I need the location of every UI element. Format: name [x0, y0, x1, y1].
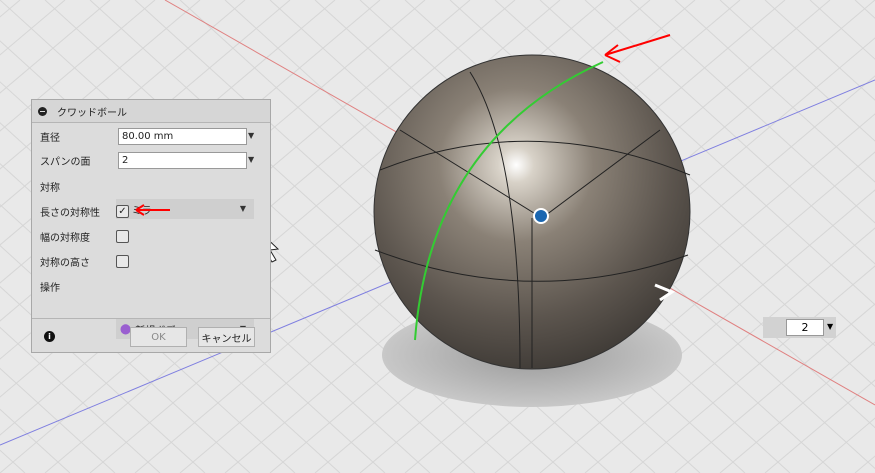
dialog-title: クワッドボール: [57, 107, 127, 119]
span-count-spinner[interactable]: 2 ▼: [763, 317, 836, 338]
width-symmetry-label: 幅の対称度: [40, 232, 90, 244]
pivot-icon: [533, 208, 549, 224]
quadball-body: [373, 54, 691, 370]
annotation-arrow-icon: [135, 204, 170, 216]
quadball-dialog: クワッドボール 直径 80.00 mm▼ スパンの面 2▼ 対称 ◭ミラー▼ 長…: [31, 99, 271, 353]
info-icon[interactable]: i: [44, 331, 55, 342]
height-symmetry-checkbox[interactable]: [116, 255, 129, 268]
ok-button[interactable]: OK: [130, 327, 187, 347]
chevron-down-icon: ▼: [239, 204, 246, 213]
operation-label: 操作: [40, 282, 60, 294]
span-faces-dropdown-icon[interactable]: ▼: [248, 155, 254, 164]
width-symmetry-row: 幅の対称度: [40, 226, 90, 246]
length-symmetry-checkbox[interactable]: ✓: [116, 205, 129, 218]
diameter-dropdown-icon[interactable]: ▼: [248, 131, 254, 140]
diameter-input[interactable]: 80.00 mm: [118, 127, 247, 145]
collapse-icon[interactable]: [38, 106, 47, 116]
dialog-header: クワッドボール: [32, 100, 270, 123]
cancel-button[interactable]: キャンセル: [198, 327, 255, 347]
length-symmetry-row: 長さの対称性: [40, 201, 100, 221]
span-faces-row: スパンの面 2 ▼: [40, 150, 254, 170]
diameter-label: 直径: [40, 132, 60, 144]
span-count-input[interactable]: 2: [786, 319, 824, 336]
diameter-row: 直径 80.00 mm ▼: [40, 126, 254, 146]
span-faces-label: スパンの面: [40, 156, 91, 168]
chevron-down-icon[interactable]: ▼: [827, 322, 833, 331]
symmetry-row: 対称: [40, 176, 60, 196]
height-symmetry-label: 対称の高さ: [40, 257, 90, 269]
dialog-footer: i OK キャンセル: [32, 318, 270, 352]
symmetry-label: 対称: [40, 182, 60, 194]
width-symmetry-checkbox[interactable]: [116, 230, 129, 243]
length-symmetry-label: 長さの対称性: [40, 207, 100, 219]
span-faces-input[interactable]: 2: [118, 151, 247, 169]
operation-row: 操作: [40, 276, 60, 296]
height-symmetry-row: 対称の高さ: [40, 251, 90, 271]
